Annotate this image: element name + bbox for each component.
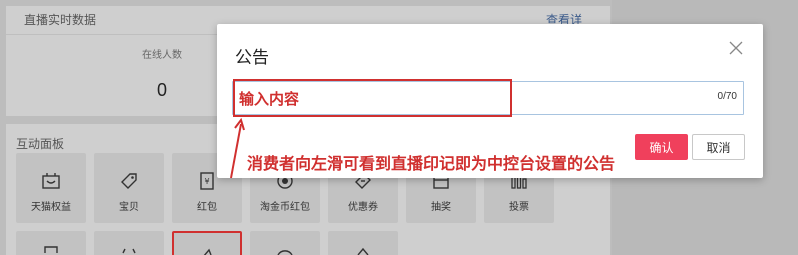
tile-label: 淘金币红包 [260,202,310,213]
dialog-title: 公告 [235,48,269,67]
tag-icon [118,170,140,192]
tile-row2-announcement[interactable] [172,231,242,255]
tile-row2-5[interactable] [328,231,398,255]
tile-row2-1[interactable] [16,231,86,255]
interaction-panel-title: 互动面板 [16,137,65,151]
input-highlight-box [233,79,512,117]
tile-product[interactable]: 宝贝 [94,153,164,223]
box-icon [40,239,62,255]
circle-icon [274,239,296,255]
diamond-icon [352,239,374,255]
tile-label: 天猫权益 [31,202,71,213]
tile-label: 红包 [197,202,217,213]
annotation-arrow [230,118,245,179]
svg-text:¥: ¥ [204,177,209,186]
char-counter: 0/70 [717,91,737,102]
tile-row2-4[interactable] [250,231,320,255]
live-data-title: 直播实时数据 [24,13,97,27]
online-count-value: 0 [157,80,168,100]
tile-row2-2[interactable] [94,231,164,255]
red-packet-icon: ¥ [196,170,218,192]
megaphone-icon [196,241,218,255]
close-icon[interactable] [727,39,745,57]
tile-label: 投票 [509,202,529,213]
confirm-button[interactable]: 确认 [635,134,688,160]
tmall-gift-icon [40,170,62,192]
cancel-button[interactable]: 取消 [692,134,745,160]
tile-label: 宝贝 [119,202,139,213]
online-count-label: 在线人数 [142,50,182,61]
tile-tmall-benefits[interactable]: 天猫权益 [16,153,86,223]
tile-label: 优惠券 [348,202,378,213]
tile-label: 抽奖 [431,202,451,213]
annotation-caption: 消费者向左滑可看到直播印记即为中控台设置的公告 [247,156,616,173]
bracket-icon [118,239,140,255]
